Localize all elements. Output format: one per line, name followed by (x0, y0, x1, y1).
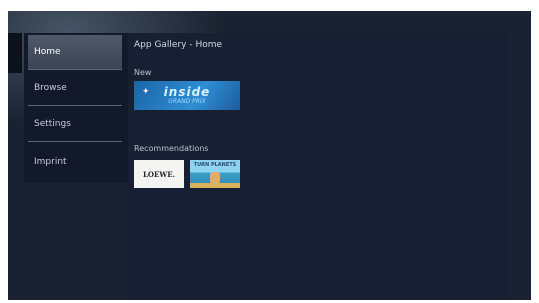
app-tile-loewe[interactable]: LOEWE. (134, 160, 184, 188)
app-tile-game[interactable]: TURN PLANETS (190, 160, 240, 188)
loewe-logo-text: LOEWE. (143, 169, 175, 179)
page-title: App Gallery - Home (134, 40, 223, 50)
game-tile-title: TURN PLANETS (193, 162, 237, 168)
section-new-label: New (134, 68, 152, 77)
app-tile-subtitle: GRAND PRIX (168, 97, 206, 105)
sidebar-item-home[interactable]: Home (28, 35, 122, 70)
app-tile-inside-grand-prix[interactable]: ✦ inside GRAND PRIX (134, 81, 240, 110)
sidebar-menu: Home Browse Settings Imprint (24, 33, 128, 183)
section-recommendations-label: Recommendations (134, 144, 209, 153)
app-tile-title: inside (163, 84, 211, 99)
main-content: App Gallery - Home New ✦ inside GRAND PR… (128, 33, 508, 298)
tv-screen: Home Browse Settings Imprint App Gallery… (8, 11, 531, 300)
sidebar-item-imprint[interactable]: Imprint (28, 145, 122, 179)
sidebar-item-browse[interactable]: Browse (28, 71, 122, 106)
sparkle-icon: ✦ (142, 87, 150, 97)
left-edge-panel (8, 33, 22, 73)
sidebar-item-settings[interactable]: Settings (28, 107, 122, 142)
game-ground (190, 183, 240, 188)
